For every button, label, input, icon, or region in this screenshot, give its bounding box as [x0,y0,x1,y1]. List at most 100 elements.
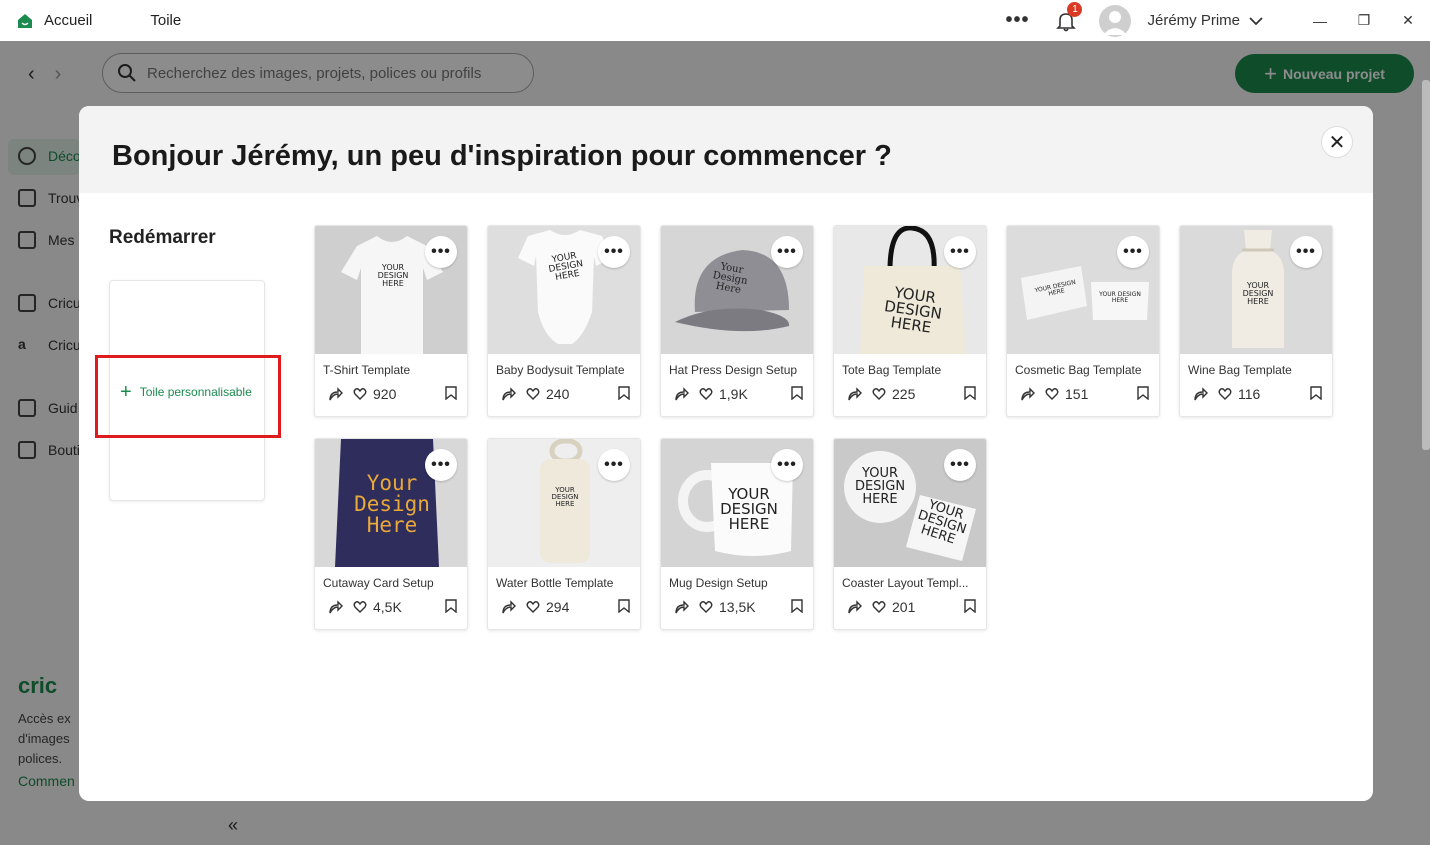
heart-icon[interactable] [699,600,713,614]
bookmark-icon[interactable] [618,599,630,613]
mock-text: YOUR DESIGN HERE [377,263,409,288]
template-title: Water Bottle Template [496,576,614,590]
heart-icon[interactable] [526,387,540,401]
bookmark-icon[interactable] [1310,386,1322,400]
more-options-button[interactable]: ••• [1290,236,1322,268]
share-icon[interactable] [1192,386,1208,402]
bookmark-icon[interactable] [964,386,976,400]
template-card-baby-bodysuit[interactable]: YOUR DESIGN HERE ••• Baby Bodysuit Templ… [487,225,641,417]
template-card-hat[interactable]: Your Design Here ••• Hat Press Design Se… [660,225,814,417]
template-stats: 294 [500,599,630,615]
heart-icon[interactable] [353,387,367,401]
more-options-button[interactable]: ••• [1005,9,1029,32]
share-icon[interactable] [1019,386,1035,402]
template-title: Hat Press Design Setup [669,363,798,377]
modal-title: Bonjour Jérémy, un peu d'inspiration pou… [112,140,892,172]
template-card-water-bottle[interactable]: YOUR DESIGN HERE ••• Water Bottle Templa… [487,438,641,630]
more-options-button[interactable]: ••• [1117,236,1149,268]
likes-count: 201 [892,599,916,615]
heart-icon[interactable] [872,387,886,401]
notification-badge: 1 [1067,1,1083,17]
tab-label: Toile [150,12,182,29]
share-icon[interactable] [846,386,862,402]
template-stats: 116 [1192,386,1322,402]
template-stats: 225 [846,386,976,402]
heart-icon[interactable] [1218,387,1232,401]
more-options-button[interactable]: ••• [771,236,803,268]
mock-text: Your Design Here [354,471,430,537]
scrollbar[interactable] [1422,80,1430,450]
close-window-button[interactable]: ✕ [1386,0,1430,41]
likes-count: 1,9K [719,386,748,402]
bookmark-icon[interactable] [445,599,457,613]
mock-text: YOUR DESIGN HERE [1242,281,1274,306]
more-options-button[interactable]: ••• [425,236,457,268]
template-title: Coaster Layout Templ... [842,576,969,590]
tab-accueil[interactable]: Accueil [0,0,131,41]
user-icon [1103,10,1128,35]
template-card-coaster[interactable]: YOUR DESIGN HERE YOUR DESIGN HERE ••• Co… [833,438,987,630]
minimize-button[interactable]: — [1298,0,1342,41]
template-stats: 920 [327,386,457,402]
template-title: Baby Bodysuit Template [496,363,625,377]
maximize-button[interactable]: ❐ [1342,0,1386,41]
template-stats: 1,9K [673,386,803,402]
notifications-button[interactable]: 1 [1055,1,1083,32]
likes-count: 13,5K [719,599,756,615]
share-icon[interactable] [327,386,343,402]
bookmark-icon[interactable] [791,599,803,613]
more-options-button[interactable]: ••• [425,449,457,481]
likes-count: 151 [1065,386,1089,402]
chevron-down-icon[interactable] [1248,13,1264,29]
mock-text: YOUR DESIGN HERE [720,485,778,533]
heart-icon[interactable] [526,600,540,614]
template-card-tote-bag[interactable]: YOUR DESIGN HERE ••• Tote Bag Template 2… [833,225,987,417]
share-icon[interactable] [846,599,862,615]
home-icon [18,13,32,28]
template-card-wine-bag[interactable]: YOUR DESIGN HERE ••• Wine Bag Template 1… [1179,225,1333,417]
heart-icon[interactable] [872,600,886,614]
more-options-button[interactable]: ••• [771,449,803,481]
heart-icon[interactable] [1045,387,1059,401]
more-options-button[interactable]: ••• [944,449,976,481]
modal-header: Bonjour Jérémy, un peu d'inspiration pou… [79,106,1373,193]
restart-heading: Redémarrer [109,227,216,248]
bookmark-icon[interactable] [791,386,803,400]
more-options-button[interactable]: ••• [598,236,630,268]
template-title: Mug Design Setup [669,576,768,590]
template-card-cutaway-card[interactable]: Your Design Here ••• Cutaway Card Setup … [314,438,468,630]
heart-icon[interactable] [699,387,713,401]
likes-count: 116 [1238,386,1261,402]
inspiration-modal: Bonjour Jérémy, un peu d'inspiration pou… [79,106,1373,801]
template-title: Tote Bag Template [842,363,942,377]
bookmark-icon[interactable] [618,386,630,400]
share-icon[interactable] [500,386,516,402]
likes-count: 240 [546,386,570,402]
tab-toile[interactable]: Toile [130,0,202,41]
share-icon[interactable] [500,599,516,615]
more-options-button[interactable]: ••• [944,236,976,268]
likes-count: 225 [892,386,916,402]
close-button[interactable]: ✕ [1321,126,1353,158]
template-card-cosmetic-bag[interactable]: YOUR DESIGN HERE YOUR DESIGN HERE ••• Co… [1006,225,1160,417]
bookmark-icon[interactable] [445,386,457,400]
more-options-button[interactable]: ••• [598,449,630,481]
mock-text: YOUR DESIGN HERE [551,486,579,508]
share-icon[interactable] [673,599,689,615]
mock-text: YOUR DESIGN HERE [883,283,943,337]
bookmark-icon[interactable] [1137,386,1149,400]
heart-icon[interactable] [353,600,367,614]
mock-text: YOUR DESIGN HERE [1099,291,1141,304]
template-stats: 13,5K [673,599,803,615]
template-card-tshirt[interactable]: YOUR DESIGN HERE ••• T-Shirt Template 92… [314,225,468,417]
mock-text: YOUR DESIGN HERE [854,466,906,507]
share-icon[interactable] [673,386,689,402]
avatar[interactable] [1099,4,1132,37]
title-bar: Accueil Toile ••• 1 Jérémy Prime — ❐ ✕ [0,0,1430,41]
share-icon[interactable] [327,599,343,615]
likes-count: 4,5K [373,599,402,615]
template-card-mug[interactable]: YOUR DESIGN HERE ••• Mug Design Setup 13… [660,438,814,630]
user-name[interactable]: Jérémy Prime [1147,12,1240,29]
bookmark-icon[interactable] [964,599,976,613]
likes-count: 920 [373,386,397,402]
